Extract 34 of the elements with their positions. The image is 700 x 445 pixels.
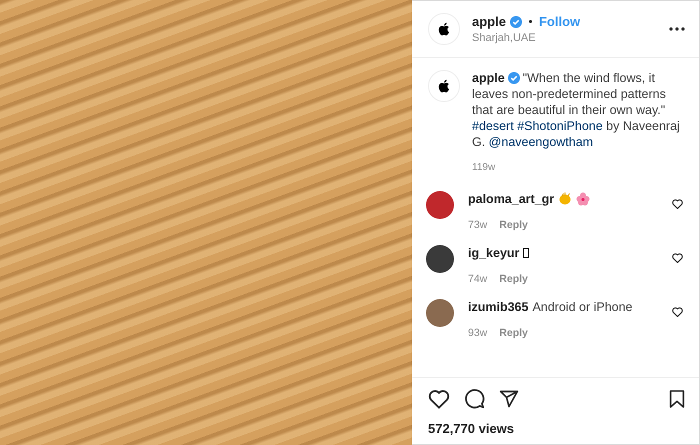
comment-age: 73w bbox=[468, 219, 488, 231]
clapping-hands-icon bbox=[558, 192, 572, 206]
comment-age: 93w bbox=[468, 327, 488, 339]
author-name[interactable]: apple bbox=[472, 71, 505, 85]
comment-icon[interactable] bbox=[464, 388, 485, 409]
comment-username[interactable]: ig_keyur bbox=[468, 246, 520, 260]
comment-username[interactable]: izumib365 bbox=[468, 300, 528, 314]
avatar-placeholder[interactable] bbox=[426, 191, 454, 219]
hashtag-link[interactable]: #desert bbox=[472, 119, 514, 133]
heart-icon[interactable] bbox=[672, 199, 683, 209]
bookmark-icon[interactable] bbox=[669, 388, 685, 408]
author-name[interactable]: apple bbox=[472, 14, 506, 29]
hashtag-link[interactable]: #ShotoniPhone bbox=[517, 119, 603, 133]
logo-avatar[interactable] bbox=[428, 13, 460, 45]
avatar-placeholder[interactable] bbox=[426, 299, 454, 327]
logo-avatar[interactable] bbox=[428, 70, 460, 102]
missing-glyph-icon bbox=[523, 248, 530, 258]
share-icon[interactable] bbox=[499, 388, 519, 408]
separator-dot-icon bbox=[528, 20, 532, 23]
verified-badge-icon bbox=[508, 72, 520, 84]
comment-text: Android or iPhone bbox=[532, 300, 633, 314]
post-age: 119w bbox=[472, 162, 496, 173]
heart-icon[interactable] bbox=[428, 388, 450, 408]
avatar-placeholder[interactable] bbox=[426, 245, 454, 273]
heart-icon[interactable] bbox=[672, 253, 683, 263]
comment-username[interactable]: paloma_art_gr bbox=[468, 192, 554, 206]
caption-text: apple "When the wind flows, it leaves non-predetermined patterns that are beautiful in their own way." #desert #ShotoniPhone by Naveenraj G. @naveengowtham bbox=[472, 70, 681, 150]
hashtag-link[interactable]: @naveengowtham bbox=[488, 135, 594, 149]
flower-icon bbox=[576, 192, 590, 206]
comment-age: 74w bbox=[468, 273, 488, 285]
view-count: 572,770 views bbox=[428, 421, 516, 436]
heart-icon[interactable] bbox=[672, 307, 683, 317]
verified-badge-icon bbox=[510, 16, 522, 28]
more-options-icon[interactable] bbox=[669, 27, 685, 31]
